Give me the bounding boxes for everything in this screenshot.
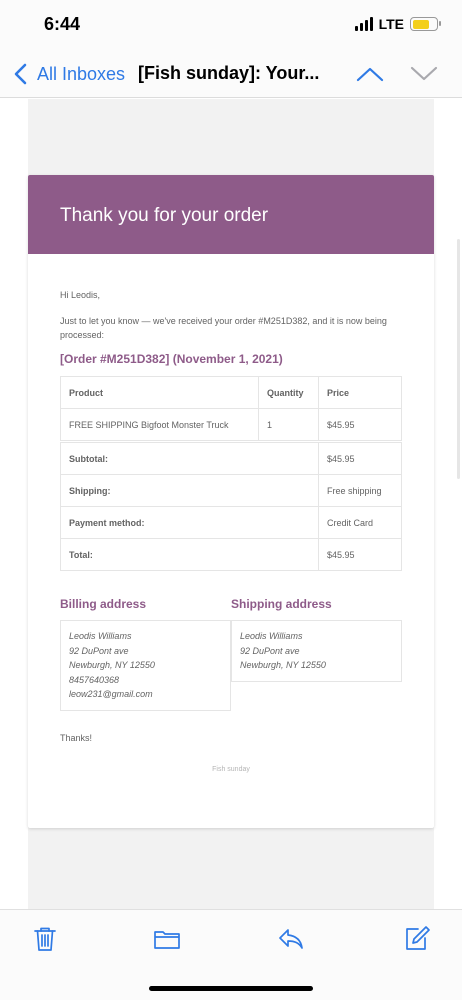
email-subject: [Fish sunday]: Your...	[138, 63, 320, 83]
column-header-price: Price	[318, 376, 402, 409]
billing-name: Leodis Williams	[69, 631, 132, 641]
column-header-product: Product	[60, 376, 259, 409]
column-header-quantity: Quantity	[258, 376, 319, 409]
billing-email[interactable]: leow231@gmail.com	[69, 687, 222, 702]
status-time: 6:44	[44, 14, 81, 34]
back-button[interactable]: All Inboxes	[37, 64, 125, 85]
shipping-value: Free shipping	[318, 474, 402, 507]
signal-icon	[354, 17, 373, 31]
total-value: $45.95	[318, 538, 402, 571]
folder-icon[interactable]	[153, 925, 181, 953]
thanks-text: Thanks!	[60, 733, 93, 743]
shipping-city: Newburgh, NY 12550	[240, 660, 326, 670]
billing-street: 92 DuPont ave	[69, 645, 129, 656]
email-content: Hi Leodis, Just to let you know — we've …	[28, 254, 434, 777]
chevron-down-icon[interactable]	[409, 64, 439, 84]
chevron-left-icon[interactable]	[12, 62, 30, 86]
billing-address-column: Billing address Leodis Williams 92 DuPon…	[60, 597, 231, 711]
scroll-indicator	[457, 239, 460, 479]
shipping-address-box: Leodis Williams 92 DuPont ave Newburgh, …	[231, 620, 402, 682]
home-indicator[interactable]	[149, 986, 313, 991]
billing-phone[interactable]: 8457640368	[69, 673, 222, 688]
shipping-name: Leodis Williams	[240, 631, 303, 641]
intro-text: Just to let you know — we've received yo…	[60, 316, 387, 340]
reply-icon[interactable]	[277, 925, 305, 953]
navigation-bar: All Inboxes [Fish sunday]: Your...	[0, 50, 462, 98]
network-label: LTE	[378, 16, 404, 32]
table-header-row: Product Quantity Price	[60, 376, 402, 409]
shipping-label: Shipping:	[60, 474, 319, 507]
addresses-section: Billing address Leodis Williams 92 DuPon…	[60, 597, 402, 717]
item-product: FREE SHIPPING Bigfoot Monster Truck	[60, 408, 259, 441]
shipping-street: 92 DuPont ave	[240, 645, 300, 656]
status-indicators: LTE	[354, 16, 441, 32]
order-heading: [Order #M251D382] (November 1, 2021)	[60, 352, 283, 366]
email-header-banner: Thank you for your order	[28, 175, 434, 254]
status-bar: 6:44 LTE	[0, 0, 462, 50]
totals-row-total: Total: $45.95	[60, 538, 402, 571]
item-price: $45.95	[318, 408, 402, 441]
table-row: FREE SHIPPING Bigfoot Monster Truck 1 $4…	[60, 408, 402, 441]
shipping-address-column: Shipping address Leodis Williams 92 DuPo…	[231, 597, 402, 682]
totals-row-subtotal: Subtotal: $45.95	[60, 442, 402, 475]
billing-address-box: Leodis Williams 92 DuPont ave Newburgh, …	[60, 620, 231, 711]
battery-icon	[410, 17, 441, 31]
subtotal-label: Subtotal:	[60, 442, 319, 475]
total-label: Total:	[60, 538, 319, 571]
order-email-card: Thank you for your order Hi Leodis, Just…	[28, 175, 434, 828]
billing-city: Newburgh, NY 12550	[69, 660, 155, 670]
greeting-text: Hi Leodis,	[60, 290, 101, 300]
item-quantity: 1	[258, 408, 319, 441]
bottom-toolbar	[0, 909, 462, 1000]
shipping-address-title: Shipping address	[231, 597, 332, 611]
email-body[interactable]: Thank you for your order Hi Leodis, Just…	[0, 99, 462, 909]
totals-row-shipping: Shipping: Free shipping	[60, 474, 402, 507]
order-table: Product Quantity Price FREE SHIPPING Big…	[60, 376, 402, 571]
payment-method-value: Credit Card	[318, 506, 402, 539]
trash-icon[interactable]	[31, 925, 59, 953]
totals-row-payment: Payment method: Credit Card	[60, 506, 402, 539]
compose-icon[interactable]	[403, 925, 431, 953]
payment-method-label: Payment method:	[60, 506, 319, 539]
subtotal-value: $45.95	[318, 442, 402, 475]
email-footer: Fish sunday	[212, 766, 250, 773]
chevron-up-icon[interactable]	[355, 64, 385, 84]
billing-address-title: Billing address	[60, 597, 147, 611]
